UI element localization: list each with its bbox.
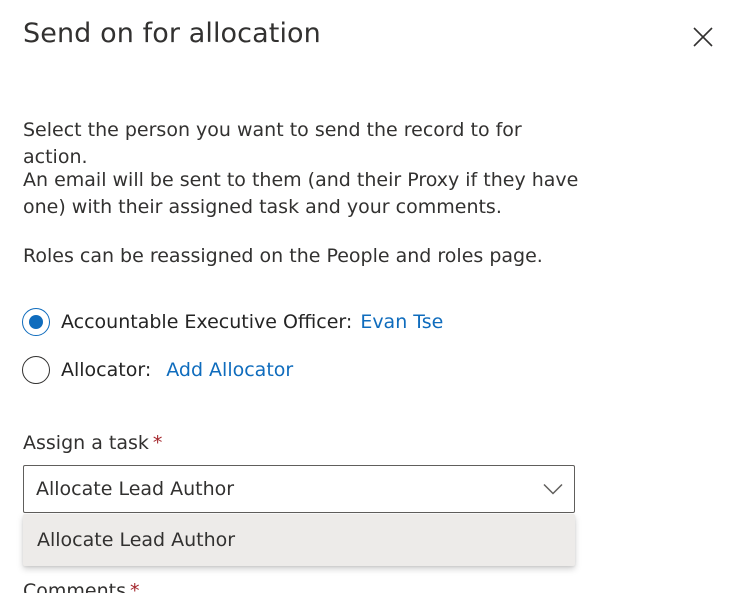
required-marker: *	[152, 432, 163, 454]
radio-button-unselected[interactable]	[22, 356, 50, 384]
close-icon	[692, 26, 714, 52]
intro-text-select: Select the person you want to send the r…	[23, 119, 522, 168]
intro-text-email: An email will be sent to them (and their…	[23, 169, 579, 218]
radio-selected-dot	[29, 315, 43, 329]
intro-text-roles: Roles can be reassigned on the People an…	[23, 245, 543, 267]
radio-label-allocator: Allocator:	[61, 359, 152, 381]
person-link-evan-tse[interactable]: Evan Tse	[360, 311, 443, 333]
assign-task-label-text: Assign a task	[23, 432, 149, 454]
radio-button-selected[interactable]	[22, 308, 50, 336]
radio-label-aeo: Accountable Executive Officer:	[61, 311, 353, 333]
comments-label-text: Comments	[23, 580, 126, 593]
assign-task-label: Assign a task *	[23, 432, 162, 454]
close-button[interactable]	[688, 24, 718, 54]
assign-task-options-menu: Allocate Lead Author	[23, 514, 575, 566]
comments-required-marker: *	[130, 580, 140, 593]
chevron-down-icon	[542, 482, 564, 496]
add-allocator-link[interactable]: Add Allocator	[166, 359, 293, 381]
comments-label: Comments *	[23, 580, 140, 593]
radio-allocator[interactable]: Allocator: Add Allocator	[22, 354, 293, 386]
radio-accountable-executive-officer[interactable]: Accountable Executive Officer: Evan Tse	[22, 306, 443, 338]
assign-task-dropdown[interactable]: Allocate Lead Author	[23, 465, 575, 513]
dropdown-option-allocate-lead-author[interactable]: Allocate Lead Author	[23, 514, 575, 566]
send-on-dialog: Send on for allocation Select the person…	[0, 0, 736, 593]
assign-task-selected-value: Allocate Lead Author	[36, 478, 235, 500]
dialog-title: Send on for allocation	[23, 18, 321, 49]
